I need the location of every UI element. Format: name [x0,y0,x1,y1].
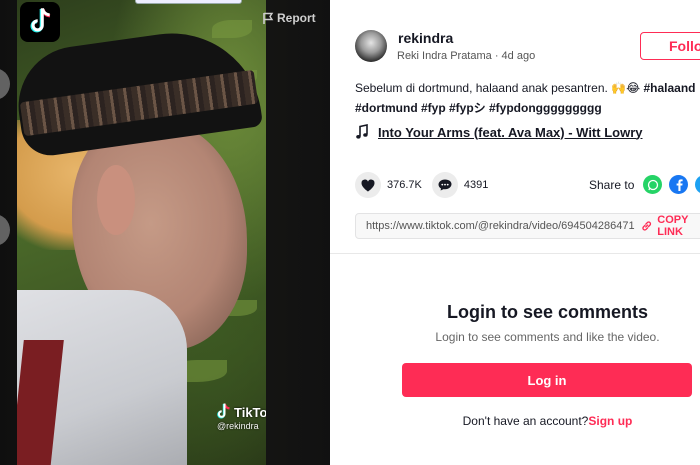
author-subline: Reki Indra Pratama · 4d ago [397,50,535,62]
music-link[interactable]: Into Your Arms (feat. Ava Max) - Witt Lo… [355,124,642,140]
description-text: Sebelum di dortmund, halaand anak pesant… [355,81,612,95]
like-button[interactable] [355,172,381,198]
author-display-name: Reki Indra Pratama [397,50,492,62]
hashtag-list[interactable]: #dortmund #fyp #fypシ #fypdonggggggggg [355,101,602,115]
link-icon [642,221,651,231]
tiktok-watermark: TikTok @rekindra [215,403,266,431]
tiktok-watermark-icon [217,403,230,419]
description-emoji: 🙌😂 [611,81,641,95]
comment-button[interactable] [431,172,458,198]
avatar[interactable] [355,30,387,62]
tiktok-logo[interactable] [20,2,60,42]
heart-icon [361,179,375,191]
facebook-icon[interactable] [669,175,688,194]
music-title[interactable]: Into Your Arms (feat. Ava Max) - Witt Lo… [378,125,642,140]
next-video-control[interactable] [0,214,10,246]
author-username[interactable]: rekindra [398,30,453,46]
hashtag-halaand[interactable]: #halaand [640,81,695,95]
login-title: Login to see comments [446,302,649,322]
no-account-text: Don't have an account? [462,414,589,428]
video-link-box[interactable]: https://www.tiktok.com/@rekindra/video/6… [355,213,700,239]
video-subject-ear [97,165,135,235]
signup-link[interactable]: Sign up [588,414,632,428]
video-url[interactable]: https://www.tiktok.com/@rekindra/video/6… [366,220,635,232]
comment-icon [438,179,452,191]
previous-video-control[interactable] [0,68,10,100]
engagement-stats: 376.7K 4391 [355,172,498,198]
subline-separator: · [491,50,502,62]
video-player[interactable]: TikTok @rekindra Report [0,0,330,465]
login-subtitle: Login to see comments and like the video… [435,330,660,344]
like-count: 376.7K [387,179,422,191]
tiktok-watermark-label: TikTok [234,404,266,420]
tiktok-watermark-user: @rekindra [217,421,259,431]
video-frame[interactable]: TikTok @rekindra [17,0,266,465]
music-note-icon [356,124,368,139]
whatsapp-icon[interactable] [643,175,662,194]
top-browser-strip [135,0,242,4]
copy-link-label: COPY LINK [657,214,689,238]
report-button[interactable]: Report [262,11,316,25]
section-divider [330,253,700,254]
facebook-glyph [676,179,683,191]
post-time: 4d ago [501,50,536,62]
report-label: Report [277,11,316,25]
comment-count: 4391 [463,179,489,191]
follow-button[interactable]: Follow [640,32,700,60]
video-description: Sebelum di dortmund, halaand anak pesant… [355,78,700,118]
share-label: Share to [589,178,635,192]
signup-prompt: Don't have an account?Sign up [330,414,700,428]
whatsapp-glyph [647,179,658,190]
copy-link-button[interactable]: COPY LINK [641,214,700,238]
login-button[interactable]: Log in [402,363,692,397]
tiktok-logo-icon [30,8,51,33]
flag-icon [263,12,274,24]
